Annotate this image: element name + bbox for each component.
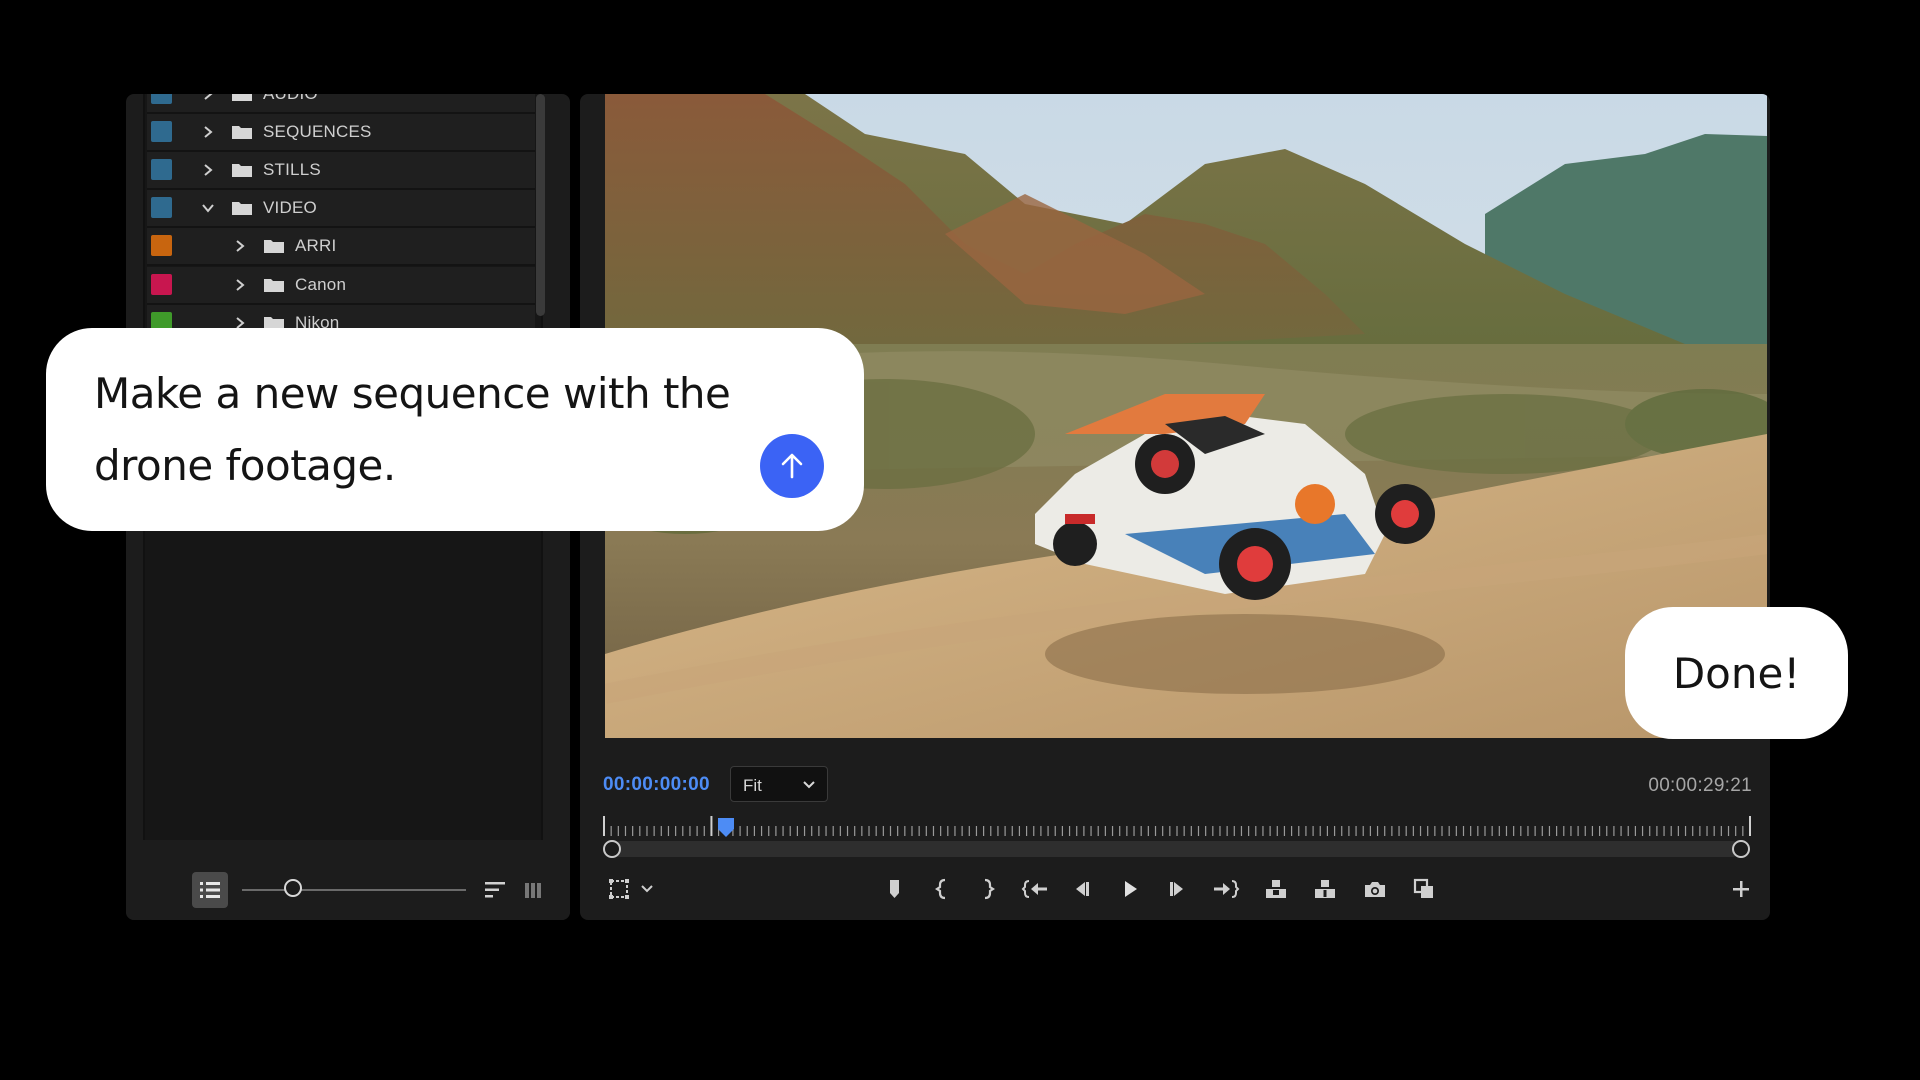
playhead-marker[interactable] (717, 817, 735, 839)
safe-margins-button[interactable] (604, 874, 634, 904)
plus-icon (1733, 881, 1749, 897)
list-view-icon (200, 882, 220, 898)
comparison-view-icon (1413, 878, 1433, 898)
bin-label: SEQUENCES (263, 122, 372, 141)
label-color-swatch[interactable] (151, 235, 172, 256)
chevron-right-icon[interactable] (233, 278, 247, 292)
step-forward-button[interactable] (1163, 874, 1193, 904)
extract-icon (1315, 880, 1335, 898)
go-to-in-icon (1021, 880, 1047, 898)
timecode-duration: 00:00:29:21 (1648, 775, 1752, 796)
step-back-icon (1076, 882, 1089, 896)
bin-label: ARRI (295, 236, 337, 255)
zoom-scroll-bar[interactable] (612, 841, 1740, 857)
label-color-swatch[interactable] (151, 159, 172, 180)
bin-label: VIDEO (263, 198, 317, 217)
send-button[interactable] (760, 434, 824, 498)
lift-icon (1266, 880, 1286, 898)
project-scrollbar[interactable] (536, 94, 545, 316)
mark-in-button[interactable] (927, 874, 957, 904)
freeform-view-icon[interactable] (524, 880, 542, 900)
mark-in-icon (935, 878, 946, 900)
timecode-current[interactable]: 00:00:00:00 (603, 774, 710, 796)
add-marker-button[interactable] (880, 874, 910, 904)
prompt-bubble[interactable]: Make a new sequence with the drone foota… (46, 328, 864, 531)
label-color-swatch[interactable] (151, 274, 172, 295)
chevron-right-icon[interactable] (201, 94, 215, 101)
folder-icon (232, 202, 252, 215)
go-to-out-icon (1214, 880, 1240, 898)
response-text: Done! (1672, 648, 1801, 698)
sort-icon[interactable] (484, 880, 506, 900)
lift-button[interactable] (1261, 874, 1291, 904)
bin-row-sequences[interactable]: SEQUENCES (147, 114, 535, 152)
response-bubble: Done! (1625, 607, 1848, 739)
fit-dropdown[interactable]: Fit (730, 766, 828, 802)
bin-row-video[interactable]: VIDEO (147, 190, 535, 228)
add-marker-icon (890, 880, 899, 898)
chevron-down-icon[interactable] (201, 201, 215, 215)
camera-icon (1365, 882, 1385, 897)
project-panel-footer (126, 858, 570, 920)
bin-row-canon[interactable]: Canon (147, 267, 535, 305)
extract-button[interactable] (1310, 874, 1340, 904)
label-color-swatch[interactable] (151, 121, 172, 142)
bin-row-stills[interactable]: STILLS (147, 152, 535, 190)
bin-label: STILLS (263, 160, 321, 179)
list-view-button[interactable] (192, 872, 228, 908)
zoom-slider-thumb[interactable] (284, 879, 302, 897)
step-back-button[interactable] (1066, 874, 1096, 904)
mark-out-button[interactable] (973, 874, 1003, 904)
play-icon (1125, 881, 1137, 897)
label-color-swatch[interactable] (151, 197, 172, 218)
chevron-down-icon (641, 885, 653, 893)
scroll-handle-left[interactable] (603, 840, 621, 858)
add-button[interactable] (1726, 874, 1756, 904)
folder-icon (232, 164, 252, 177)
export-frame-button[interactable] (1360, 874, 1390, 904)
scroll-handle-right[interactable] (1732, 840, 1750, 858)
chevron-right-icon[interactable] (233, 239, 247, 253)
folder-icon (264, 279, 284, 292)
prompt-text[interactable]: Make a new sequence with the drone foota… (94, 358, 734, 502)
bin-label: Canon (295, 275, 347, 294)
bin-row-audio[interactable]: AUDIO (147, 94, 535, 114)
go-to-in-button[interactable] (1020, 874, 1050, 904)
fit-dropdown-value: Fit (743, 776, 762, 795)
folder-icon (232, 126, 252, 139)
chevron-right-icon[interactable] (201, 163, 215, 177)
chevron-right-icon[interactable] (201, 125, 215, 139)
zoom-slider-track[interactable] (242, 889, 466, 891)
safe-margins-icon (609, 879, 629, 899)
chevron-down-icon (803, 781, 815, 789)
folder-icon (232, 94, 252, 101)
mark-out-icon (984, 878, 995, 900)
bin-row-arri[interactable]: ARRI (147, 228, 535, 266)
comparison-view-button[interactable] (1409, 874, 1439, 904)
bin-label: AUDIO (263, 94, 318, 104)
time-ruler[interactable] (603, 816, 1751, 838)
folder-icon (264, 240, 284, 253)
settings-menu-button[interactable] (632, 874, 662, 904)
go-to-out-button[interactable] (1211, 874, 1241, 904)
label-color-swatch[interactable] (151, 94, 172, 104)
arrow-up-icon (781, 453, 803, 479)
step-forward-icon (1170, 882, 1183, 896)
play-button[interactable] (1115, 874, 1145, 904)
